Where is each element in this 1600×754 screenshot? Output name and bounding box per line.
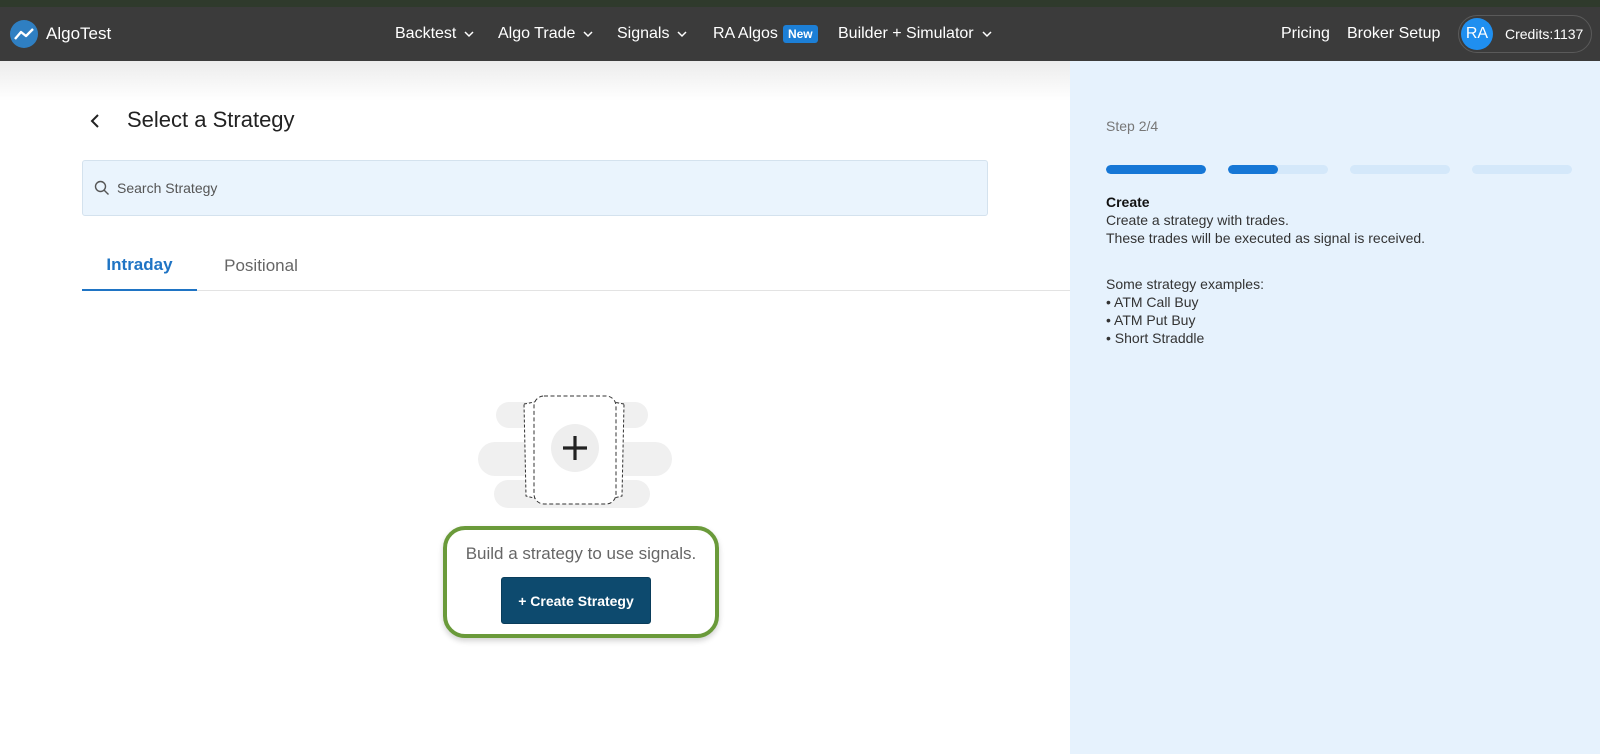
progress-step-1 [1106, 165, 1206, 174]
new-badge: New [782, 25, 818, 43]
top-strip [0, 0, 1600, 7]
nav-ra-algos-label: RA Algos [713, 25, 778, 42]
examples-title: Some strategy examples: [1106, 276, 1264, 292]
empty-state-message: Build a strategy to use signals. [465, 544, 697, 563]
account-credits[interactable]: RA Credits:1137 [1458, 15, 1592, 53]
example-item: • ATM Put Buy [1106, 312, 1196, 328]
strategy-tabs: Intraday Positional [82, 240, 1070, 291]
pricing-link[interactable]: Pricing [1281, 7, 1330, 61]
chevron-down-icon [464, 31, 474, 38]
credits-count: Credits:1137 [1505, 26, 1584, 42]
search-input[interactable] [117, 180, 917, 196]
brand[interactable]: AlgoTest [10, 19, 111, 49]
nav-builder-simulator[interactable]: Builder + Simulator [838, 7, 993, 61]
progress-step-4 [1472, 165, 1572, 174]
progress-step-2 [1228, 165, 1328, 174]
avatar[interactable]: RA [1461, 18, 1493, 50]
side-description-line: Create a strategy with trades. [1106, 212, 1289, 228]
broker-setup-link[interactable]: Broker Setup [1347, 7, 1440, 61]
progress-step-3 [1350, 165, 1450, 174]
nav-builder-simulator-label: Builder + Simulator [838, 25, 974, 42]
search-box[interactable] [82, 160, 988, 216]
algotest-logo-icon [10, 20, 38, 48]
chevron-down-icon [982, 31, 992, 38]
create-strategy-button[interactable]: + Create Strategy [501, 577, 651, 624]
step-indicator: Step 2/4 [1106, 118, 1159, 134]
chevron-down-icon [583, 31, 593, 38]
page-title: Select a Strategy [127, 107, 295, 132]
nav-algo-trade-label: Algo Trade [498, 25, 576, 42]
nav-signals-label: Signals [617, 25, 670, 42]
brand-name: AlgoTest [46, 24, 112, 43]
nav-signals[interactable]: Signals [617, 7, 688, 61]
chevron-left-icon [90, 114, 99, 128]
empty-strategy-illustration [478, 395, 672, 508]
back-button[interactable] [86, 111, 104, 131]
nav-ra-algos[interactable]: RA Algos New [713, 7, 818, 61]
side-heading: Create [1106, 194, 1150, 210]
search-icon [94, 180, 109, 195]
example-item: • Short Straddle [1106, 330, 1205, 346]
nav-backtest[interactable]: Backtest [395, 7, 475, 61]
nav-algo-trade[interactable]: Algo Trade [498, 7, 594, 61]
chevron-down-icon [677, 31, 688, 38]
header-shadow [0, 61, 1070, 101]
side-description-line: These trades will be executed as signal … [1106, 230, 1426, 246]
nav-backtest-label: Backtest [395, 25, 457, 42]
tab-intraday[interactable]: Intraday [82, 240, 197, 291]
tab-positional[interactable]: Positional [197, 240, 325, 291]
navbar: AlgoTest Backtest Algo Trade Signals RA … [0, 7, 1600, 61]
example-item: • ATM Call Buy [1106, 294, 1199, 310]
